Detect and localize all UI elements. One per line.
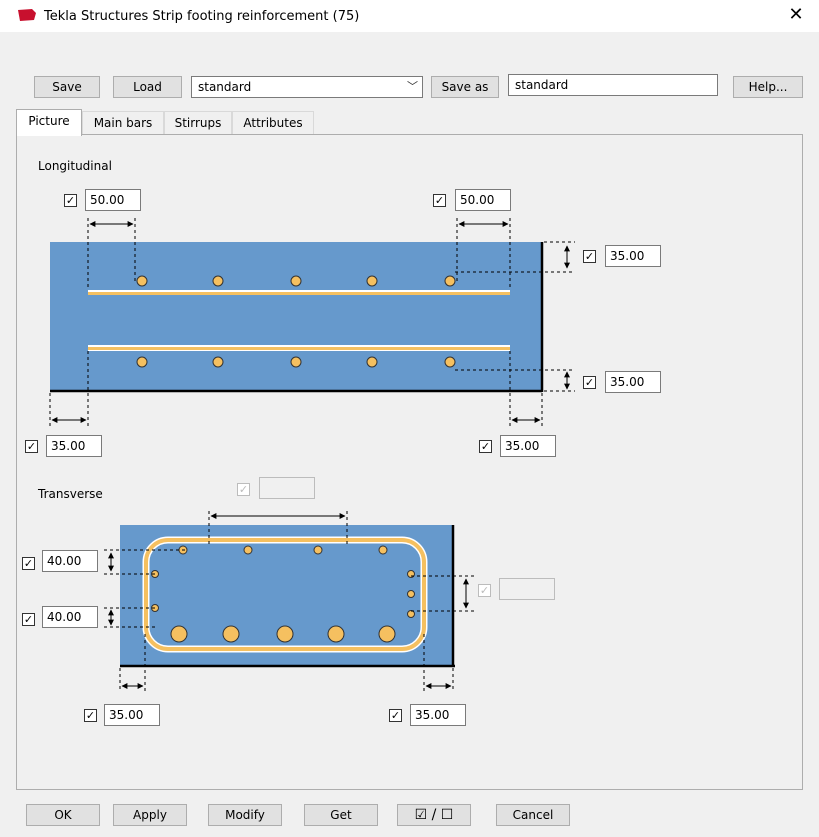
tab-picture[interactable]: Picture	[16, 109, 82, 136]
right-side-checkbox: ✓	[478, 584, 491, 597]
right-top-cover-checkbox[interactable]: ✓	[583, 250, 596, 263]
transverse-section	[104, 511, 474, 692]
transverse-bottom-right-input[interactable]: 35.00	[410, 704, 466, 726]
transverse-bottom-right-checkbox[interactable]: ✓	[389, 709, 402, 722]
bottom-left-cover-checkbox[interactable]: ✓	[25, 440, 38, 453]
left-top-cover-checkbox[interactable]: ✓	[22, 557, 35, 570]
rebar-dot	[222, 625, 240, 643]
rebar-dot	[276, 625, 294, 643]
transverse-label: Transverse	[38, 487, 103, 501]
rebar-dot	[407, 610, 415, 618]
top-left-offset-checkbox[interactable]: ✓	[64, 194, 77, 207]
left-top-cover-input[interactable]: 40.00	[42, 550, 98, 572]
get-button[interactable]: Get	[304, 804, 378, 826]
left-bottom-cover-input[interactable]: 40.00	[42, 606, 98, 628]
top-right-offset-input[interactable]: 50.00	[455, 189, 511, 211]
right-bottom-cover-checkbox[interactable]: ✓	[583, 376, 596, 389]
longitudinal-concrete	[50, 242, 542, 390]
longitudinal-section	[49, 218, 575, 428]
left-bottom-cover-checkbox[interactable]: ✓	[22, 613, 35, 626]
rebar-dot	[366, 356, 378, 368]
top-spacing-input	[259, 477, 315, 499]
rebar-dot	[136, 356, 148, 368]
right-bottom-cover-input[interactable]: 35.00	[605, 371, 661, 393]
bottom-left-cover-input[interactable]: 35.00	[46, 435, 102, 457]
top-left-offset-input[interactable]: 50.00	[85, 189, 141, 211]
rebar-dot	[378, 545, 388, 555]
transverse-bottom-left-checkbox[interactable]: ✓	[84, 709, 97, 722]
rebar-dot	[170, 625, 188, 643]
rebar-dot	[378, 625, 396, 643]
rebar-dot	[243, 545, 253, 555]
bottom-right-cover-input[interactable]: 35.00	[500, 435, 556, 457]
apply-button[interactable]: Apply	[113, 804, 187, 826]
bottom-right-cover-checkbox[interactable]: ✓	[479, 440, 492, 453]
top-spacing-checkbox: ✓	[237, 483, 250, 496]
rebar-dot	[212, 275, 224, 287]
rebar-dot	[444, 356, 456, 368]
longitudinal-label: Longitudinal	[38, 159, 112, 173]
rebar-dot	[444, 275, 456, 287]
ok-button[interactable]: OK	[26, 804, 100, 826]
transverse-concrete	[120, 525, 453, 665]
cancel-button[interactable]: Cancel	[496, 804, 570, 826]
rebar-dot	[290, 275, 302, 287]
rebar-dot	[212, 356, 224, 368]
toggle-all-checkboxes-button[interactable]: ☑ / ☐	[397, 804, 471, 826]
rebar-dot	[290, 356, 302, 368]
rebar-dot	[136, 275, 148, 287]
right-top-cover-input[interactable]: 35.00	[605, 245, 661, 267]
rebar-dot	[407, 590, 415, 598]
rebar-dot	[327, 625, 345, 643]
right-side-input	[499, 578, 555, 600]
rebar-dot	[313, 545, 323, 555]
top-right-offset-checkbox[interactable]: ✓	[433, 194, 446, 207]
modify-button[interactable]: Modify	[208, 804, 282, 826]
transverse-bottom-left-input[interactable]: 35.00	[104, 704, 160, 726]
dialog-window: Tekla Structures Strip footing reinforce…	[0, 0, 819, 837]
rebar-dot	[366, 275, 378, 287]
